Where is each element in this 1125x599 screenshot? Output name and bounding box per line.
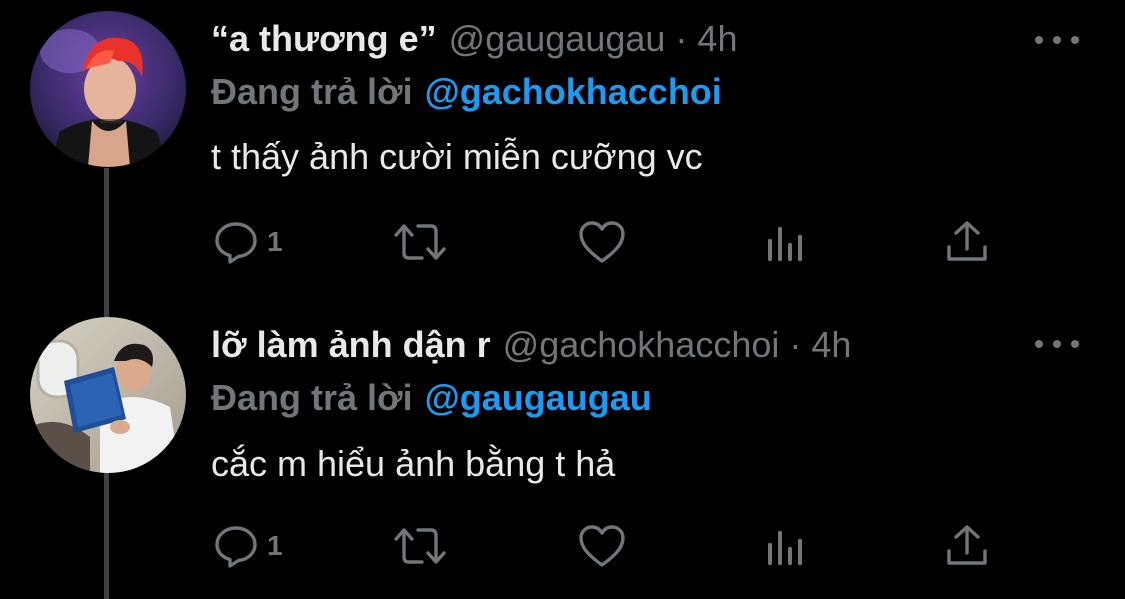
replying-to: Đang trả lời @gachokhacchoi <box>211 70 722 114</box>
like-button[interactable] <box>578 219 626 265</box>
avatar[interactable] <box>30 11 186 167</box>
more-dots-icon <box>1053 36 1061 44</box>
share-button[interactable] <box>944 219 990 265</box>
more-dots-icon <box>1071 36 1079 44</box>
retweet-arrows-icon <box>394 224 446 260</box>
replying-to-label: Đang trả lời <box>211 377 413 418</box>
replying-to: Đang trả lời @gaugaugau <box>211 376 652 420</box>
share-upload-icon <box>947 525 987 565</box>
replying-to-label: Đang trả lời <box>211 71 413 112</box>
like-button[interactable] <box>578 523 626 569</box>
tweet-text: cắc m hiểu ảnh bằng t hả <box>211 443 616 484</box>
user-handle[interactable]: @gachokhacchoi <box>503 324 780 366</box>
views-button[interactable] <box>765 523 809 569</box>
more-dots-icon <box>1071 340 1079 348</box>
avatar[interactable] <box>30 317 186 473</box>
views-button[interactable] <box>765 219 809 265</box>
reply-button[interactable]: 1 <box>213 219 283 265</box>
more-options-button[interactable] <box>1035 334 1079 354</box>
tweet[interactable]: lỡ làm ảnh dận r @gachokhacchoi · 4h Đan… <box>0 300 1125 599</box>
tweet-text: t thấy ảnh cười miễn cưỡng vc <box>211 136 703 177</box>
man-reading-on-plane-avatar-icon <box>30 317 186 473</box>
separator-dot: · <box>675 18 688 59</box>
timestamp[interactable]: 4h <box>811 324 851 366</box>
more-dots-icon <box>1035 340 1043 348</box>
timestamp[interactable]: 4h <box>697 18 737 60</box>
share-upload-icon <box>947 221 987 261</box>
tweet-header: “a thương e” @gaugaugau · 4h <box>211 14 737 64</box>
bar-chart-icon <box>768 227 802 261</box>
heart-icon <box>579 525 625 567</box>
reply-button[interactable]: 1 <box>213 523 283 569</box>
reply-thread: “a thương e” @gaugaugau · 4h Đang trả lờ… <box>0 0 1125 599</box>
bar-chart-icon <box>768 531 802 565</box>
display-name[interactable]: lỡ làm ảnh dận r <box>211 324 491 366</box>
display-name[interactable]: “a thương e” <box>211 18 437 60</box>
retweet-arrows-icon <box>394 528 446 564</box>
reply-count: 1 <box>267 226 283 257</box>
speech-bubble-icon <box>215 222 257 264</box>
share-button[interactable] <box>944 523 990 569</box>
more-options-button[interactable] <box>1035 30 1079 50</box>
user-handle[interactable]: @gaugaugau <box>449 18 666 60</box>
retweet-button[interactable] <box>392 219 448 265</box>
retweet-button[interactable] <box>392 523 448 569</box>
speech-bubble-icon <box>215 526 257 568</box>
reply-mention-link[interactable]: @gachokhacchoi <box>425 71 722 113</box>
reply-mention-link[interactable]: @gaugaugau <box>425 377 652 419</box>
tweet-header: lỡ làm ảnh dận r @gachokhacchoi · 4h <box>211 320 851 370</box>
separator-dot: · <box>789 324 802 365</box>
red-haired-performer-avatar-icon <box>30 11 186 167</box>
more-dots-icon <box>1035 36 1043 44</box>
more-dots-icon <box>1053 340 1061 348</box>
heart-icon <box>579 221 625 263</box>
tweet[interactable]: “a thương e” @gaugaugau · 4h Đang trả lờ… <box>0 0 1125 300</box>
reply-count: 1 <box>267 530 283 561</box>
